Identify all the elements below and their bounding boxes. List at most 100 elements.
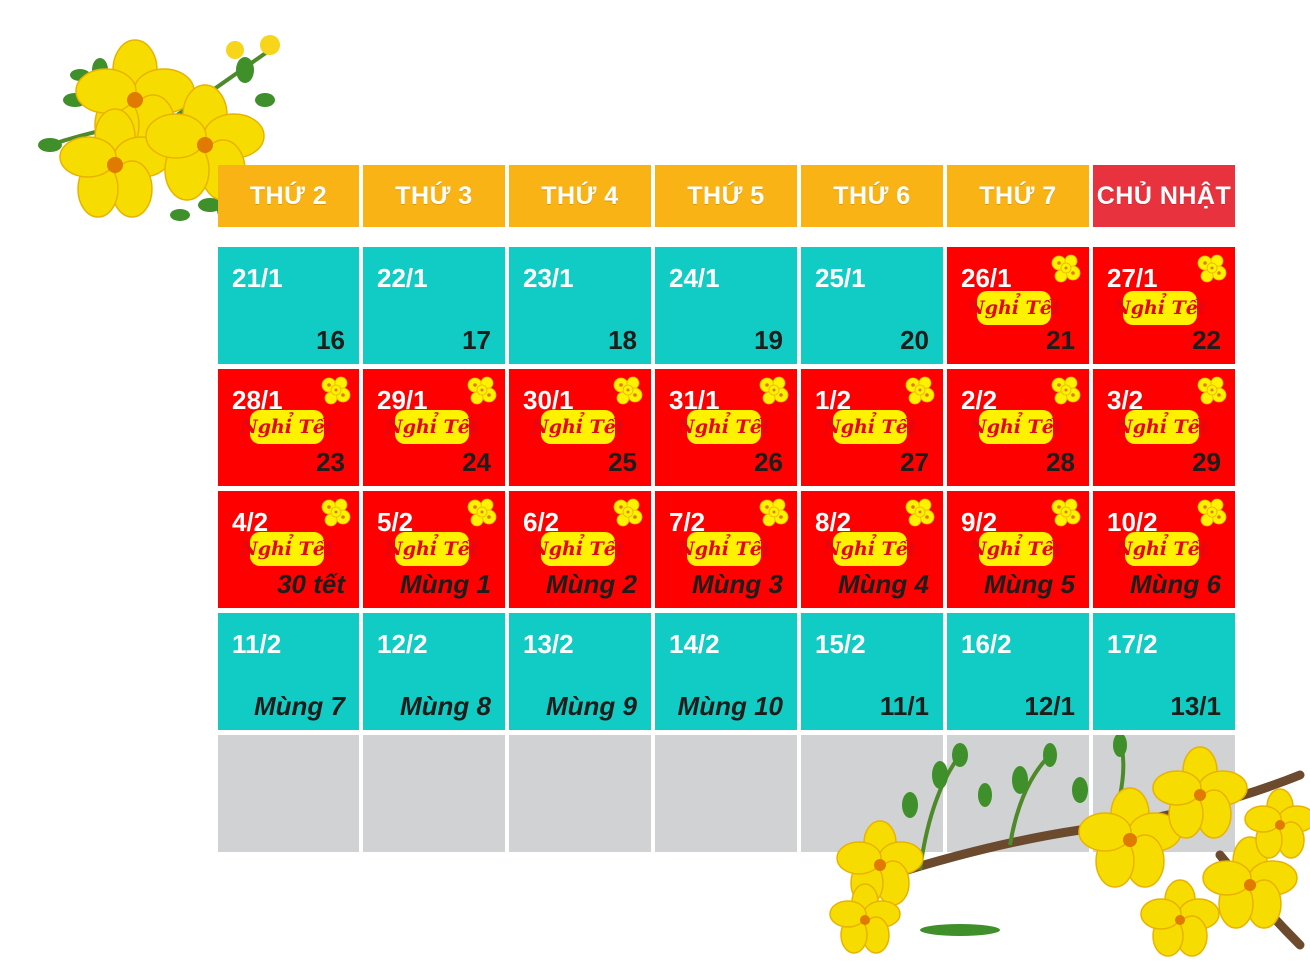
apricot-flower-icon <box>1193 495 1229 531</box>
apricot-flower-icon <box>463 495 499 531</box>
lunar-date: 11/1 <box>879 691 929 721</box>
day-cell: 10/2 Mùng 6 Nghỉ Tết <box>1093 491 1235 608</box>
holiday-badge: Nghỉ Tết <box>1115 532 1209 566</box>
day-cell: 30/1 25 Nghỉ Tết <box>509 369 651 486</box>
apricot-flower-icon <box>609 495 645 531</box>
day-cell: 13/2 Mùng 9 <box>509 613 651 730</box>
empty-day-cell <box>363 735 505 852</box>
day-cell: 2/2 28 Nghỉ Tết <box>947 369 1089 486</box>
apricot-flower-icon <box>317 495 353 531</box>
solar-date: 17/2 <box>1107 629 1158 659</box>
weekday-tue: THỨ 3 <box>363 165 505 227</box>
day-cell: 31/1 26 Nghỉ Tết <box>655 369 797 486</box>
empty-day-cell <box>655 735 797 852</box>
lunar-date: 21 <box>1046 325 1075 355</box>
day-cell: 24/1 19 <box>655 247 797 364</box>
solar-date: 13/2 <box>523 629 574 659</box>
holiday-badge: Nghỉ Tết <box>531 532 625 566</box>
solar-date: 12/2 <box>377 629 428 659</box>
apricot-flower-icon <box>609 373 645 409</box>
holiday-badge: Nghỉ Tết <box>823 410 917 444</box>
weekday-sat: THỨ 7 <box>947 165 1089 227</box>
apricot-flower-icon <box>901 373 937 409</box>
lunar-date: 12/1 <box>1024 691 1075 721</box>
lunar-date: 30 tết <box>277 569 345 599</box>
lunar-date: Mùng 7 <box>254 691 345 721</box>
apricot-flower-icon <box>1193 251 1229 287</box>
lunar-date: 25 <box>608 447 637 477</box>
day-cell: 27/1 22 Nghỉ Tết <box>1093 247 1235 364</box>
lunar-date: Mùng 9 <box>546 691 637 721</box>
lunar-date: 29 <box>1192 447 1221 477</box>
day-cell: 16/2 12/1 <box>947 613 1089 730</box>
lunar-date: 27 <box>900 447 929 477</box>
day-cell: 8/2 Mùng 4 Nghỉ Tết <box>801 491 943 608</box>
lunar-date: 16 <box>316 325 345 355</box>
lunar-date: 23 <box>316 447 345 477</box>
lunar-date: 17 <box>462 325 491 355</box>
day-cell: 15/2 11/1 <box>801 613 943 730</box>
day-cell: 11/2 Mùng 7 <box>218 613 359 730</box>
day-cell: 22/1 17 <box>363 247 505 364</box>
day-cell: 1/2 27 Nghỉ Tết <box>801 369 943 486</box>
day-cell: 29/1 24 Nghỉ Tết <box>363 369 505 486</box>
lunar-date: Mùng 2 <box>546 569 637 599</box>
lunar-date: 20 <box>900 325 929 355</box>
empty-day-cell <box>218 735 359 852</box>
holiday-badge: Nghỉ Tết <box>1115 410 1209 444</box>
holiday-badge: Nghỉ Tết <box>1113 291 1207 325</box>
holiday-badge: Nghỉ Tết <box>677 532 771 566</box>
day-cell: 5/2 Mùng 1 Nghỉ Tết <box>363 491 505 608</box>
holiday-badge: Nghỉ Tết <box>823 532 917 566</box>
day-cell: 4/2 30 tết Nghỉ Tết <box>218 491 359 608</box>
lunar-date: 24 <box>462 447 491 477</box>
weekday-mon: THỨ 2 <box>218 165 359 227</box>
lunar-date: Mùng 10 <box>677 691 783 721</box>
weekday-fri: THỨ 6 <box>801 165 943 227</box>
lunar-date: 28 <box>1046 447 1075 477</box>
holiday-badge: Nghỉ Tết <box>531 410 625 444</box>
holiday-badge: Nghỉ Tết <box>240 532 334 566</box>
lunar-date: 18 <box>608 325 637 355</box>
holiday-badge: Nghỉ Tết <box>969 410 1063 444</box>
lunar-date: 26 <box>754 447 783 477</box>
apricot-flower-icon <box>901 495 937 531</box>
solar-date: 23/1 <box>523 263 574 293</box>
apricot-flower-icon <box>1047 495 1083 531</box>
solar-date: 22/1 <box>377 263 428 293</box>
holiday-badge: Nghỉ Tết <box>385 410 479 444</box>
holiday-badge: Nghỉ Tết <box>240 410 334 444</box>
holiday-badge: Nghỉ Tết <box>677 410 771 444</box>
day-cell: 28/1 23 Nghỉ Tết <box>218 369 359 486</box>
solar-date: 25/1 <box>815 263 866 293</box>
holiday-badge: Nghỉ Tết <box>967 291 1061 325</box>
lunar-date: Mùng 4 <box>838 569 929 599</box>
day-cell: 21/1 16 <box>218 247 359 364</box>
lunar-date: 22 <box>1192 325 1221 355</box>
solar-date: 24/1 <box>669 263 720 293</box>
lunar-date: Mùng 6 <box>1130 569 1221 599</box>
day-cell: 23/1 18 <box>509 247 651 364</box>
day-cell: 12/2 Mùng 8 <box>363 613 505 730</box>
weekday-sun: CHỦ NHẬT <box>1093 165 1235 227</box>
holiday-badge: Nghỉ Tết <box>969 532 1063 566</box>
apricot-flower-icon <box>755 495 791 531</box>
apricot-flower-icon <box>317 373 353 409</box>
day-cell: 6/2 Mùng 2 Nghỉ Tết <box>509 491 651 608</box>
lunar-date: Mùng 1 <box>400 569 491 599</box>
day-cell: 25/1 20 <box>801 247 943 364</box>
day-cell: 9/2 Mùng 5 Nghỉ Tết <box>947 491 1089 608</box>
lunar-date: 19 <box>754 325 783 355</box>
solar-date: 14/2 <box>669 629 720 659</box>
apricot-flower-icon <box>1193 373 1229 409</box>
weekday-thu: THỨ 5 <box>655 165 797 227</box>
solar-date: 26/1 <box>961 263 1012 293</box>
weekday-wed: THỨ 4 <box>509 165 651 227</box>
lunar-date: Mùng 3 <box>692 569 783 599</box>
apricot-flower-icon <box>463 373 499 409</box>
day-cell: 14/2 Mùng 10 <box>655 613 797 730</box>
weekday-header: THỨ 2 THỨ 3 THỨ 4 THỨ 5 THỨ 6 THỨ 7 CHỦ … <box>218 165 1235 227</box>
solar-date: 27/1 <box>1107 263 1158 293</box>
lunar-date: Mùng 8 <box>400 691 491 721</box>
holiday-badge: Nghỉ Tết <box>385 532 479 566</box>
